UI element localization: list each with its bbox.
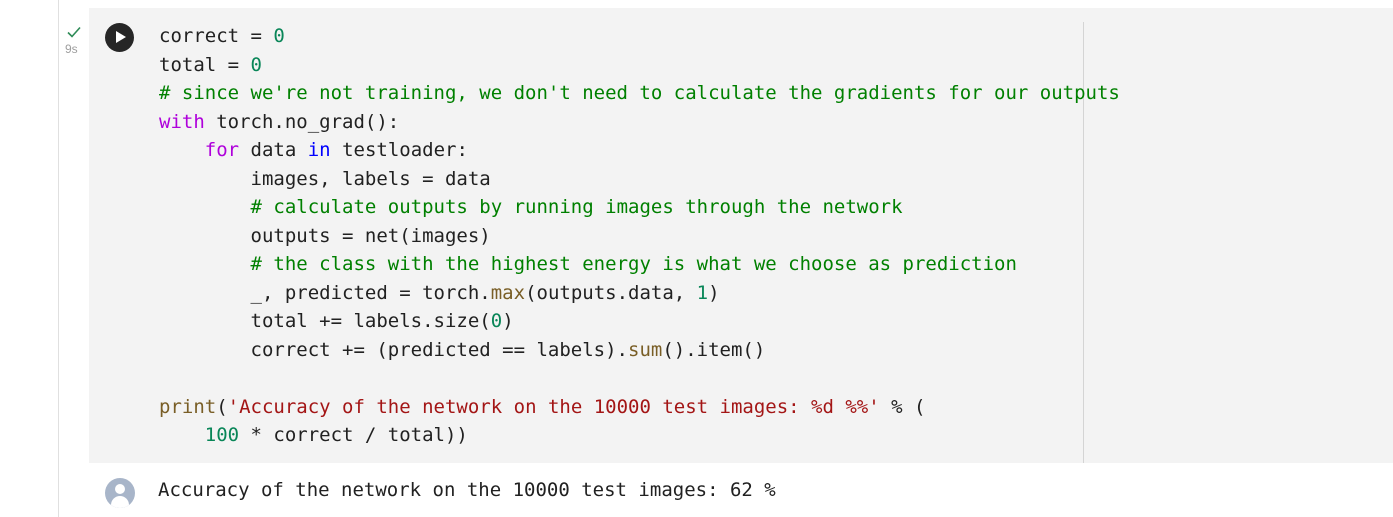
code-token: testloader:	[330, 139, 468, 161]
cell-left-rule	[58, 0, 59, 517]
code-token: 0	[490, 310, 503, 332]
code-token: max	[490, 281, 526, 304]
code-line: # calculate outputs by running images th…	[159, 193, 1120, 222]
code-token: # calculate outputs by running images th…	[250, 196, 903, 218]
code-token: torch.no_grad():	[204, 110, 400, 133]
check-icon	[67, 26, 81, 38]
execution-time: 9s	[65, 42, 78, 56]
code-token: )	[502, 310, 514, 332]
code-token: 100	[204, 424, 240, 446]
code-line: outputs = net(images)	[159, 222, 1120, 251]
code-line: with torch.no_grad():	[159, 108, 1120, 137]
code-token: % (	[879, 395, 926, 418]
run-cell-button[interactable]	[105, 23, 134, 52]
code-line: correct += (predicted == labels).sum().i…	[159, 336, 1120, 365]
code-token: 1	[696, 281, 709, 304]
code-token: 0	[273, 25, 285, 47]
code-token: _, predicted = torch.	[159, 281, 491, 304]
code-token: data	[239, 139, 308, 161]
code-token: sum	[628, 338, 663, 361]
code-line: 100 * correct / total))	[159, 421, 1120, 450]
code-token: 0	[250, 53, 262, 76]
code-line: print('Accuracy of the network on the 10…	[159, 393, 1120, 422]
code-token: # the class with the highest energy is w…	[250, 253, 1017, 275]
code-token: total =	[159, 53, 251, 76]
play-icon	[116, 31, 126, 43]
code-token: with	[159, 110, 205, 133]
code-line: total = 0	[159, 51, 1120, 80]
code-line: _, predicted = torch.max(outputs.data, 1…	[159, 279, 1120, 308]
code-line: images, labels = data	[159, 165, 1120, 194]
code-token: * correct / total))	[239, 424, 468, 446]
user-avatar-icon	[105, 478, 135, 508]
code-token: print	[159, 395, 217, 418]
code-line: correct = 0	[159, 22, 1120, 51]
code-token: for	[204, 139, 240, 161]
code-token: images, labels = data	[159, 167, 491, 190]
code-token: outputs = net(images)	[159, 224, 491, 247]
code-line: # the class with the highest energy is w…	[159, 250, 1120, 279]
code-token: 'Accuracy of the network on the 10000 te…	[227, 395, 880, 418]
code-token: (	[216, 395, 228, 418]
code-token: in	[307, 139, 331, 161]
code-token: # since we're not training, we don't nee…	[159, 82, 1120, 104]
code-token: correct =	[159, 25, 274, 47]
code-line: for data in testloader:	[159, 136, 1120, 165]
code-token: correct += (predicted == labels).	[159, 338, 629, 361]
code-token: )	[708, 281, 720, 304]
cell-output-text: Accuracy of the network on the 10000 tes…	[158, 479, 776, 501]
code-token: (outputs.data,	[525, 281, 697, 304]
code-line: # since we're not training, we don't nee…	[159, 79, 1120, 108]
code-token: total += labels.size(	[159, 310, 491, 332]
code-token: ().item()	[662, 338, 766, 361]
code-editor[interactable]: correct = 0 total = 0 # since we're not tr…	[159, 22, 1120, 450]
code-line: total += labels.size(0)	[159, 307, 1120, 336]
